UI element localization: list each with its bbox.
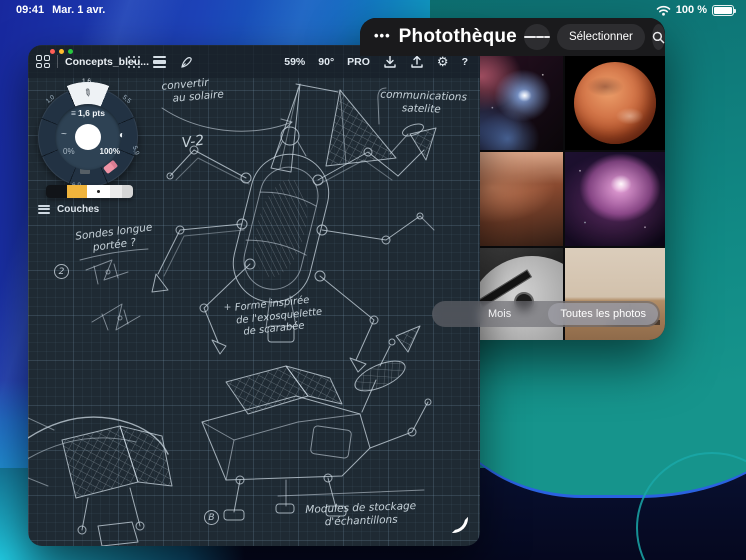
- palette-swatch-white-selected[interactable]: [87, 185, 110, 198]
- photo-orion-nebula[interactable]: [565, 152, 665, 246]
- window-controls[interactable]: [50, 49, 73, 54]
- sketch-marker-2: 2: [54, 264, 69, 279]
- palette-swatch-light[interactable]: [110, 185, 122, 198]
- toolbar-divider: [57, 55, 58, 68]
- help-button[interactable]: ?: [462, 56, 468, 68]
- layers-panel-toggle[interactable]: Couches: [38, 203, 99, 216]
- sketch-marker-b: B: [204, 510, 219, 525]
- grid-snap-icon[interactable]: [128, 56, 140, 68]
- layers-icon: [38, 203, 50, 216]
- export-icon[interactable]: [410, 55, 424, 69]
- select-button[interactable]: Sélectionner: [557, 24, 645, 50]
- layers-label: Couches: [57, 204, 99, 215]
- more-options-button[interactable]: •••: [374, 28, 391, 43]
- annotation-solar: convertir au solaire: [161, 75, 224, 106]
- concepts-window: convertir au solaire communications sate…: [28, 45, 480, 546]
- opacity-min: 0%: [63, 147, 75, 156]
- active-size-label: 1,6: [82, 78, 91, 85]
- segment-mois[interactable]: Mois: [488, 301, 511, 327]
- palette-swatch-gray[interactable]: [122, 185, 133, 198]
- photos-segment-bar: Mois Toutes les photos: [432, 301, 660, 327]
- battery-percent: 100 %: [676, 4, 707, 16]
- zoom-level[interactable]: 59%: [284, 56, 305, 68]
- stroke-lines-icon: ≡: [71, 108, 76, 118]
- photos-title: Photothèque: [399, 26, 517, 48]
- stroke-width-value: ≡1,6 pts: [38, 108, 138, 118]
- selected-color-dot: [97, 190, 100, 193]
- mars-sphere: [574, 62, 656, 144]
- photo-mars[interactable]: [565, 56, 665, 150]
- ipad-screen: 09:41 Mar. 1 avr. 100 %: [0, 0, 746, 560]
- annotation-modules: Modules de stockage d'échantillons: [286, 499, 437, 530]
- annotation-satellite: communications satelite: [380, 88, 468, 117]
- wifi-icon: [656, 5, 671, 16]
- search-icon: [652, 31, 665, 44]
- annotation-version: V-2: [181, 133, 206, 153]
- segment-toutes-les-photos[interactable]: Toutes les photos: [548, 303, 658, 325]
- color-palette-bar[interactable]: [46, 185, 133, 198]
- sketch-plus-mark: +: [224, 300, 231, 314]
- rotation-value[interactable]: 90°: [318, 56, 334, 68]
- gallery-icon[interactable]: [36, 55, 50, 68]
- current-color-swatch[interactable]: [75, 124, 101, 150]
- pen-tool-icon[interactable]: [179, 54, 195, 70]
- battery-icon: [712, 5, 734, 16]
- opacity-max: 100%: [100, 147, 120, 156]
- view-options-button[interactable]: [524, 24, 550, 50]
- import-icon[interactable]: [383, 55, 397, 69]
- date: Mar. 1 avr.: [52, 4, 105, 16]
- search-button[interactable]: [652, 24, 665, 50]
- layers-list-icon[interactable]: [153, 54, 166, 70]
- pressure-icon: ~: [61, 129, 67, 140]
- photos-header: ••• Photothèque Sélectionner: [360, 18, 665, 56]
- palette-swatch-amber[interactable]: [67, 185, 87, 198]
- contrast-icon[interactable]: ◐: [119, 130, 125, 141]
- tool-wheel[interactable]: ✎ ≡1,6 pts ~ ◐ 0% 100% 1,0 1,6 5,5 5,9 6…: [38, 87, 138, 187]
- palette-swatch-black[interactable]: [46, 185, 67, 198]
- clock: 09:41: [16, 4, 44, 16]
- pro-badge[interactable]: PRO: [347, 56, 370, 68]
